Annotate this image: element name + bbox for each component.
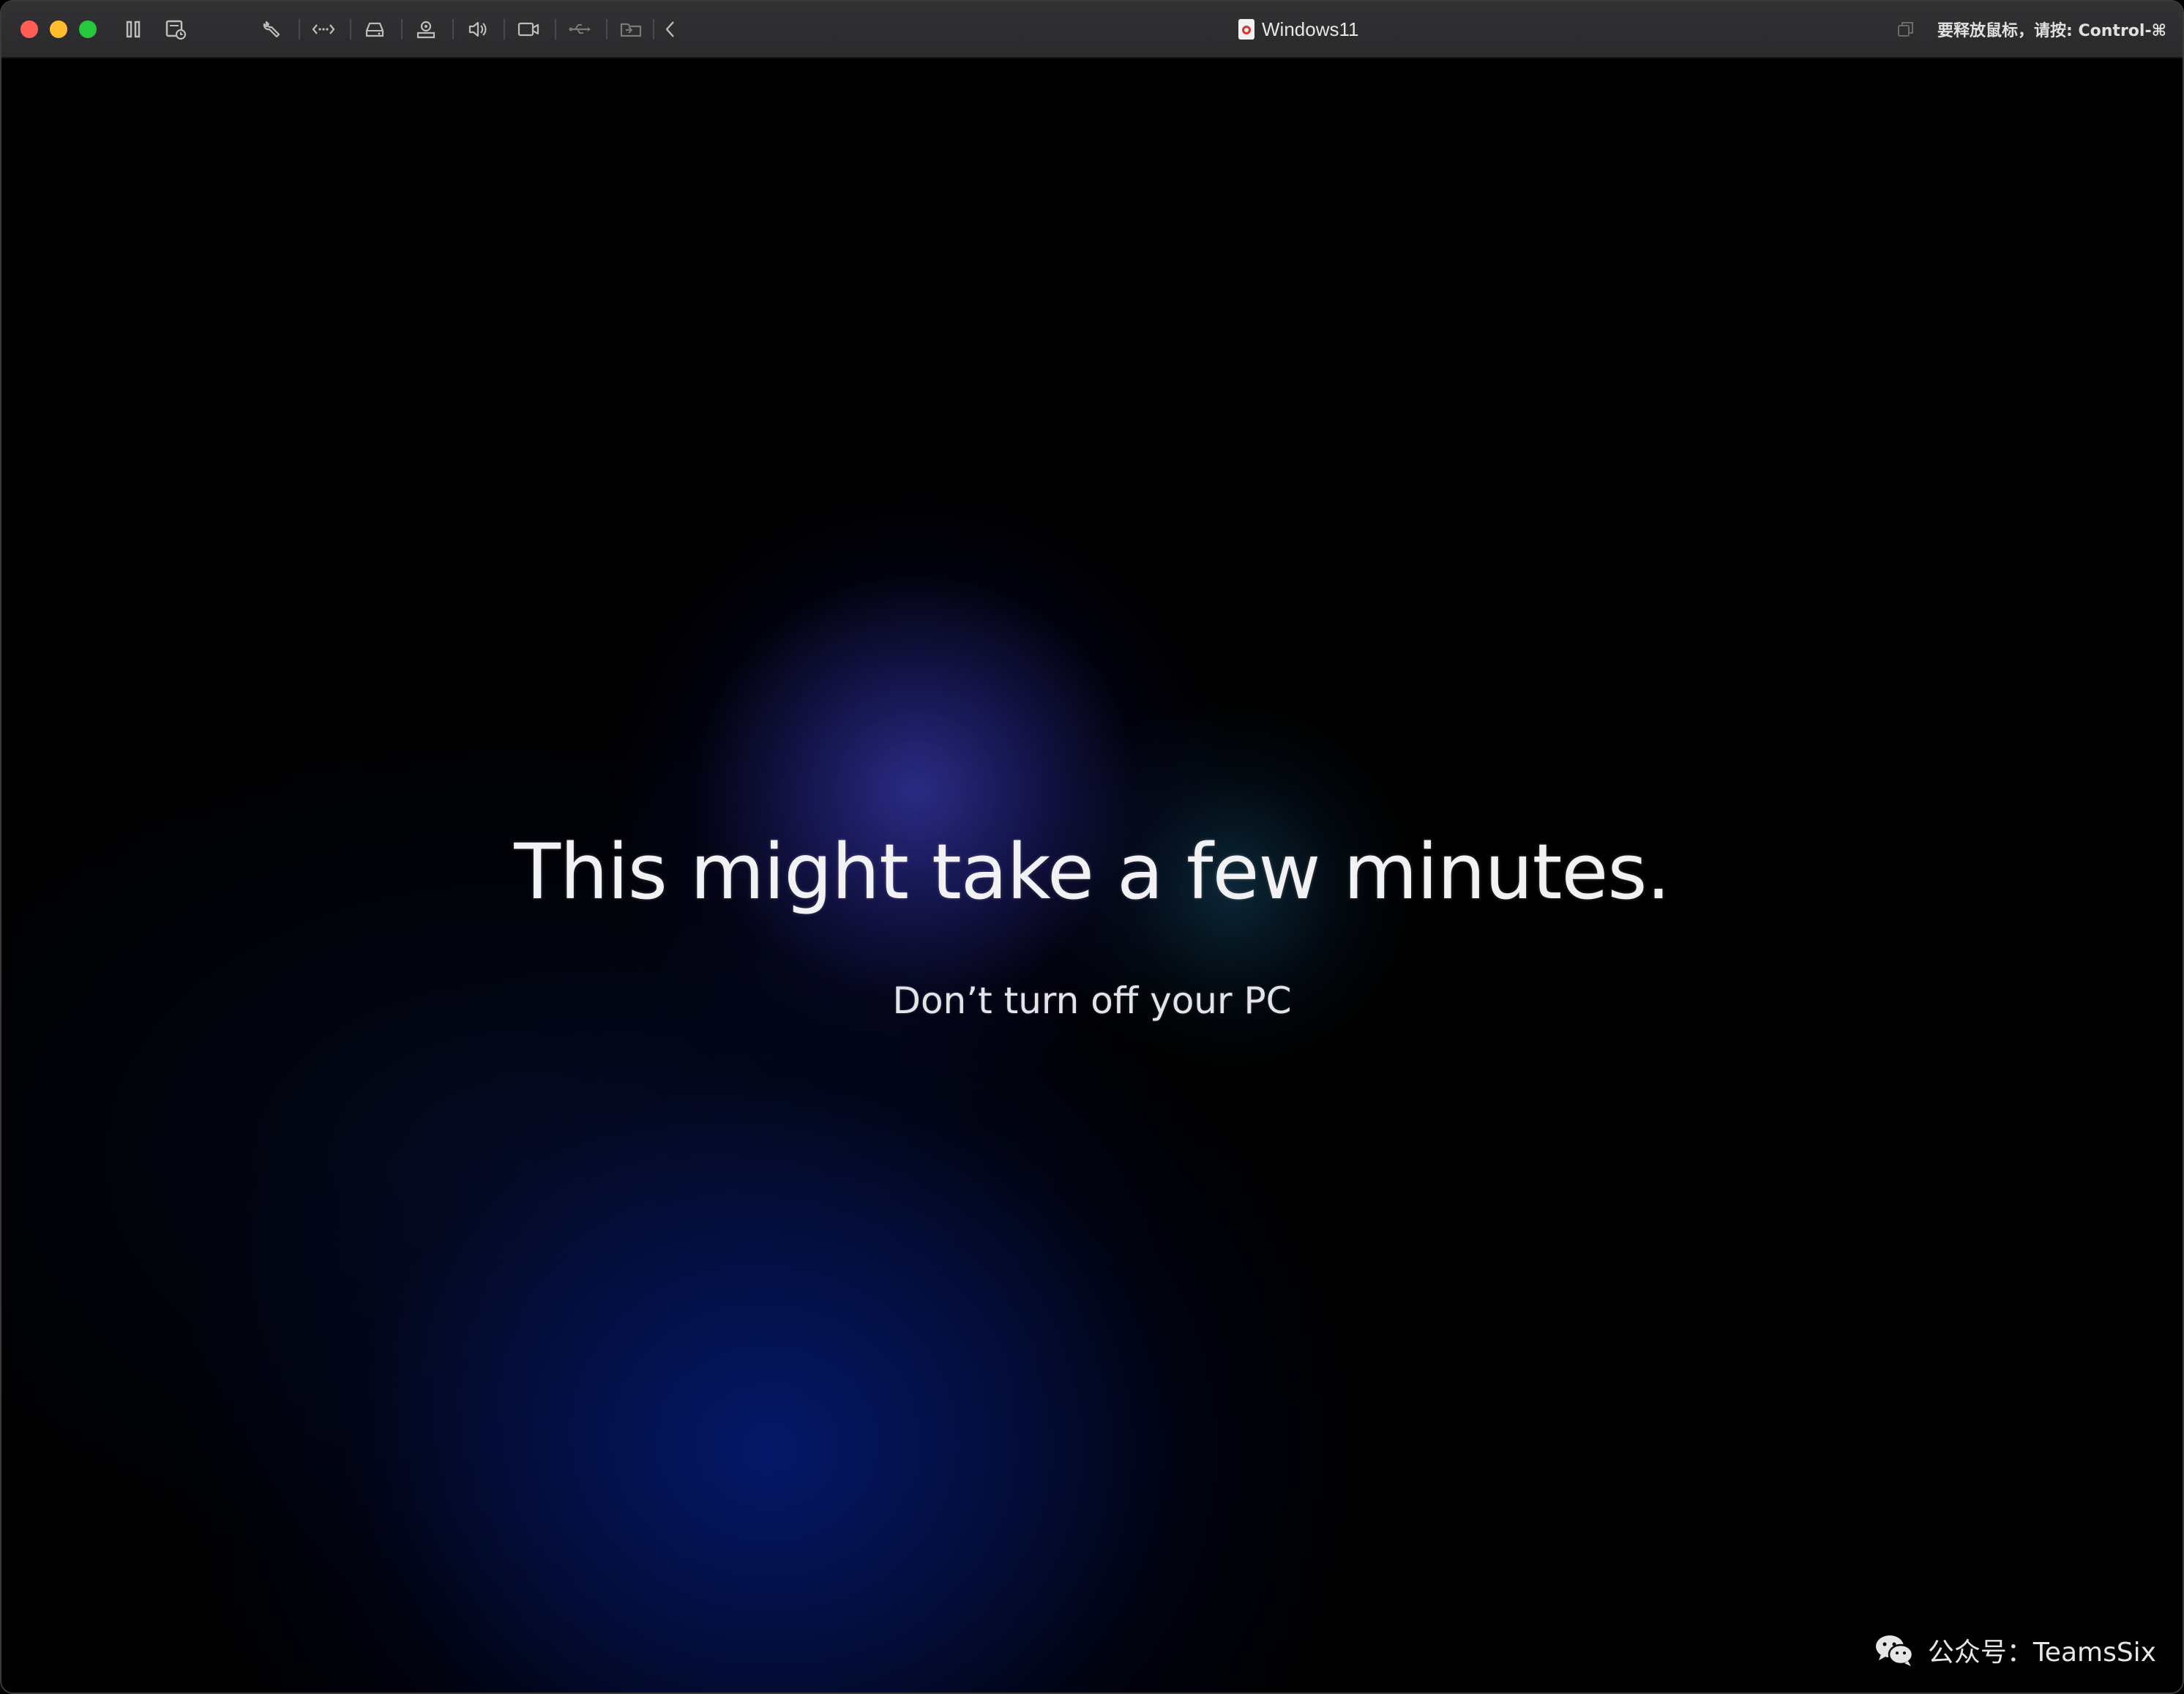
shared-folder-icon[interactable]: [618, 16, 644, 42]
window-title: Windows11: [1238, 15, 1358, 44]
watermark: 公众号：TeamsSix: [1874, 1631, 2156, 1669]
camera-icon[interactable]: [515, 16, 542, 42]
window-title-text: Windows11: [1262, 18, 1359, 40]
minimize-button[interactable]: [50, 20, 67, 38]
sound-icon[interactable]: [464, 16, 490, 42]
copy-icon[interactable]: [1896, 20, 1915, 39]
printer-icon[interactable]: [413, 16, 439, 42]
setup-headline: This might take a few minutes.: [514, 827, 1670, 917]
maximize-button[interactable]: [79, 20, 97, 38]
chevron-left-icon[interactable]: [657, 16, 684, 42]
document-icon: [1238, 19, 1254, 40]
usb-icon[interactable]: [566, 16, 593, 42]
mouse-release-hint: 要释放鼠标，请按: Control-⌘: [1937, 22, 2166, 40]
network-icon[interactable]: [310, 16, 337, 42]
snapshot-icon[interactable]: [162, 16, 189, 42]
vm-window: Windows11 要释放鼠标，请按: Control-⌘ This might…: [0, 0, 2184, 1694]
title-bar: Windows11 要释放鼠标，请按: Control-⌘: [1, 1, 2183, 59]
wechat-icon: [1874, 1633, 1915, 1668]
close-button[interactable]: [20, 20, 38, 38]
wrench-icon[interactable]: [259, 16, 285, 42]
hard-disk-icon[interactable]: [362, 16, 388, 42]
title-right-area: 要释放鼠标，请按: Control-⌘: [1896, 15, 2166, 44]
setup-subtext: Don’t turn off your PC: [892, 980, 1292, 1022]
vm-screen[interactable]: This might take a few minutes. Don’t tur…: [1, 59, 2183, 1693]
pause-icon[interactable]: [120, 16, 146, 42]
watermark-text: 公众号：TeamsSix: [1927, 1638, 2156, 1668]
